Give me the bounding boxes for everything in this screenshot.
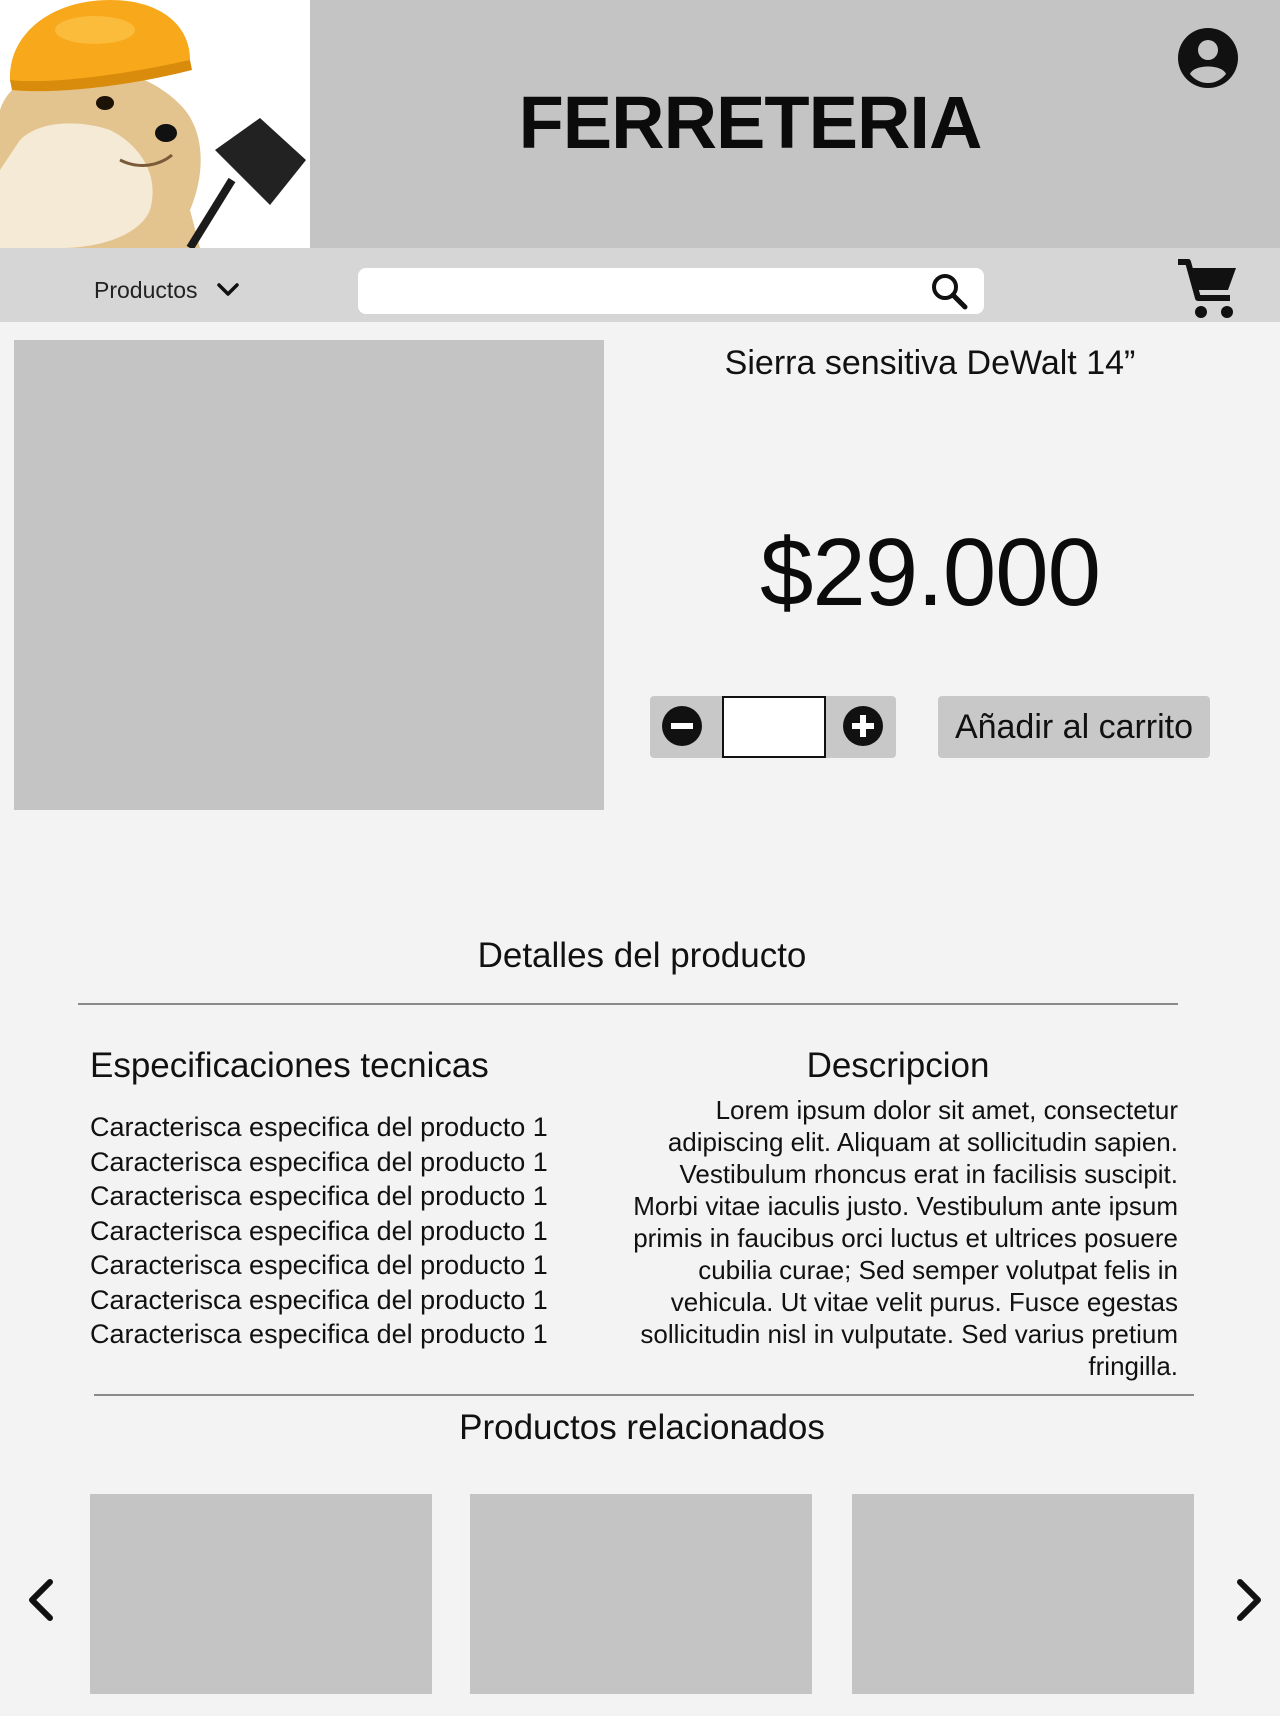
spec-item: Caracterisca especifica del producto 1 — [90, 1181, 548, 1211]
chevron-right-icon[interactable] — [1226, 1574, 1272, 1626]
quantity-input[interactable] — [724, 698, 824, 756]
plus-circle-icon[interactable] — [842, 705, 884, 747]
related-product-card[interactable] — [852, 1494, 1194, 1694]
add-to-cart-label: Añadir al carrito — [954, 707, 1194, 746]
spec-item: Caracterisca especifica del producto 1 — [90, 1146, 548, 1177]
divider — [94, 1394, 1194, 1396]
specs-title: Especificaciones tecnicas — [90, 1046, 489, 1085]
search-icon[interactable] — [930, 272, 968, 310]
chevron-down-icon — [216, 283, 239, 296]
spec-item: Caracterisca especifica del producto 1 — [90, 1250, 548, 1280]
search-input[interactable] — [358, 268, 918, 314]
spec-item: Caracterisca especifica del producto 1 — [90, 1112, 548, 1142]
account-icon[interactable] — [1176, 26, 1240, 90]
logo[interactable] — [0, 0, 310, 248]
spec-item: Caracterisca especifica del producto 1 — [90, 1284, 548, 1315]
related-title: Productos relacionados — [459, 1408, 825, 1447]
search-box — [358, 268, 984, 314]
quantity-field — [722, 696, 826, 758]
description-text: Lorem ipsum dolor sit amet, consectetur … — [633, 1095, 1178, 1381]
specs-list: Caracterisca especifica del producto 1 C… — [90, 1110, 570, 1352]
products-dropdown-label: Productos — [94, 276, 198, 303]
add-to-cart-button[interactable]: Añadir al carrito — [938, 696, 1210, 758]
spec-item: Caracterisca especifica del producto 1 — [90, 1319, 548, 1349]
description-title: Descripcion — [806, 1046, 990, 1085]
products-dropdown[interactable]: Productos — [94, 270, 242, 310]
product-image — [14, 340, 604, 810]
related-product-card[interactable] — [90, 1494, 432, 1694]
details-title: Detalles del producto — [477, 936, 807, 975]
related-product-card[interactable] — [470, 1494, 812, 1694]
brand-title: FERRETERIA — [518, 81, 983, 164]
product-name: Sierra sensitiva DeWalt 14” — [724, 344, 1136, 382]
product-price: $29.000 — [759, 519, 1101, 626]
divider — [78, 1003, 1178, 1005]
minus-circle-icon[interactable] — [661, 705, 703, 747]
cart-icon[interactable] — [1174, 256, 1242, 324]
chevron-left-icon[interactable] — [18, 1574, 64, 1626]
spec-item: Caracterisca especifica del producto 1 — [90, 1215, 548, 1246]
doge-construction-logo — [0, 0, 310, 248]
